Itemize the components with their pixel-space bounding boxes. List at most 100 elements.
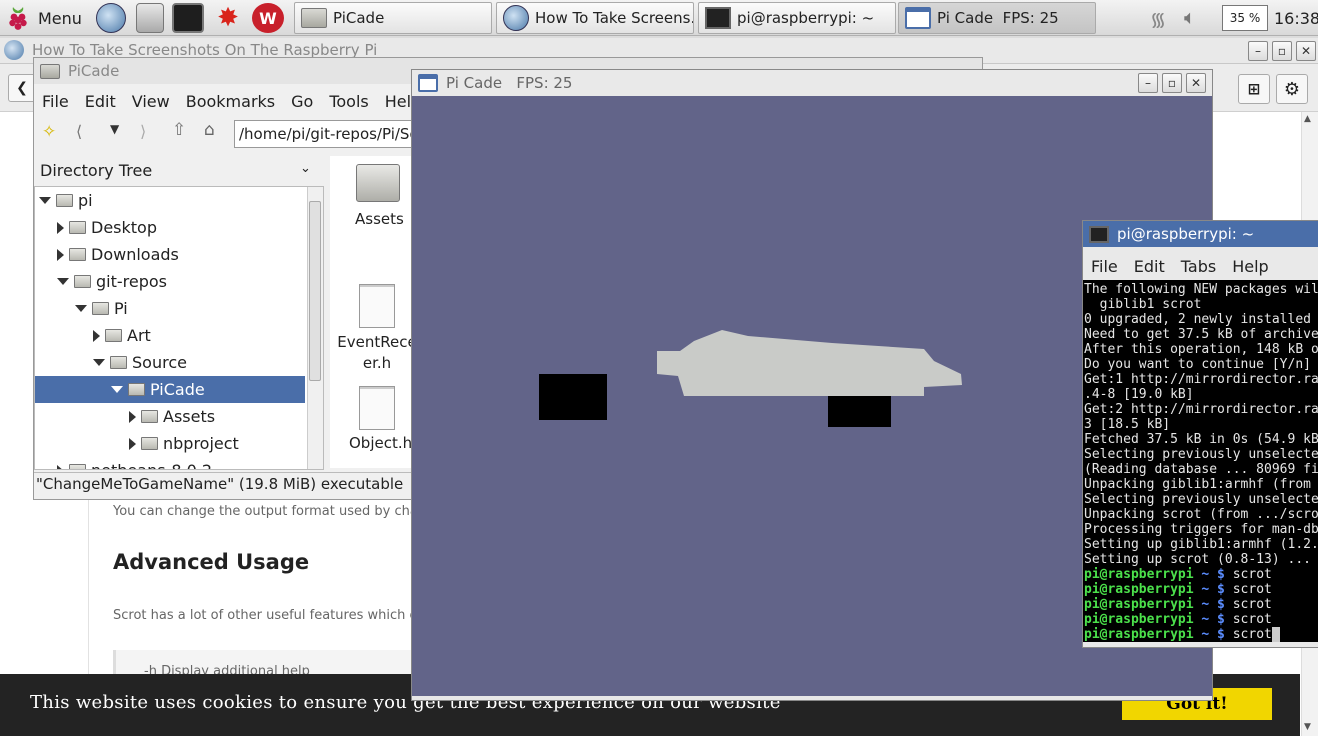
pane-selector[interactable]: Directory Tree ⌄ <box>34 156 324 184</box>
header-file-icon[interactable] <box>359 386 395 430</box>
terminal-menu-file[interactable]: File <box>1083 253 1126 280</box>
collapse-arrow-icon[interactable] <box>57 221 64 234</box>
settings-gear-icon[interactable]: ⚙ <box>1276 74 1308 104</box>
game-maximize-button[interactable]: ▫ <box>1162 73 1182 93</box>
expand-arrow-icon[interactable] <box>57 278 69 285</box>
terminal-menu-help[interactable]: Help <box>1224 253 1276 280</box>
back-icon[interactable]: ⟨ <box>76 122 82 141</box>
volume-icon[interactable]: 🔈︎ <box>1184 5 1196 29</box>
tree-item-netbeans[interactable]: netbeans-8.0.2 <box>35 457 305 469</box>
browser-close-button[interactable]: ✕ <box>1296 41 1316 61</box>
raspberry-logo-icon <box>9 7 27 30</box>
tree-item-downloads[interactable]: Downloads <box>35 241 305 268</box>
home-icon[interactable]: ⌂ <box>204 120 215 140</box>
folder-icon[interactable] <box>356 164 400 202</box>
terminal-line: 0 upgraded, 2 newly installed <box>1084 312 1311 327</box>
terminal-line: 3 [18.5 kB] <box>1084 417 1171 432</box>
web-browser-launcher-icon[interactable] <box>96 3 126 33</box>
collapse-arrow-icon[interactable] <box>57 248 64 261</box>
folder-icon <box>74 275 91 288</box>
tree-item-desktop[interactable]: Desktop <box>35 214 305 241</box>
file-label[interactable]: Object.h <box>349 434 412 452</box>
expand-arrow-icon[interactable] <box>75 305 87 312</box>
terminal-icon <box>705 7 731 29</box>
game-minimize-button[interactable]: – <box>1138 73 1158 93</box>
wifi-icon[interactable]: ᯾ <box>1150 6 1166 32</box>
terminal-line: Unpacking scrot (from .../scro <box>1084 507 1318 522</box>
collapse-arrow-icon[interactable] <box>129 437 136 450</box>
scroll-down-icon[interactable]: ▼ <box>1304 722 1311 732</box>
tree-item-pi[interactable]: pi <box>35 187 305 214</box>
tree-item-nbproject[interactable]: nbproject <box>35 430 305 457</box>
status-text: "ChangeMeToGameName" (19.8 MiB) executab… <box>36 475 404 493</box>
tree-item-art[interactable]: Art <box>35 322 305 349</box>
tree-item-assets[interactable]: Assets <box>35 403 305 430</box>
terminal-titlebar: pi@raspberrypi: ~ <box>1083 221 1318 247</box>
expand-arrow-icon[interactable] <box>111 386 123 393</box>
terminal-line: .4-8 [19.0 kB] <box>1084 387 1194 402</box>
menu-file[interactable]: File <box>34 88 77 115</box>
wolfram-launcher-icon[interactable]: W <box>252 3 284 33</box>
menu-edit[interactable]: Edit <box>77 88 124 115</box>
tree-scrollbar-thumb[interactable] <box>309 201 321 381</box>
menu-go[interactable]: Go <box>283 88 321 115</box>
path-input[interactable]: /home/pi/git-repos/Pi/Source/PiCade <box>234 120 414 148</box>
tree-item-pi-repo[interactable]: Pi <box>35 295 305 322</box>
terminal-menu-edit[interactable]: Edit <box>1126 253 1173 280</box>
forward-icon[interactable]: ⟩ <box>140 122 146 141</box>
menu-button[interactable]: Menu <box>2 2 84 34</box>
history-dropdown-icon[interactable]: ▼ <box>110 122 119 136</box>
terminal-line: Get:1 http://mirrordirector.ra <box>1084 372 1318 387</box>
taskbar-button-pi-cade[interactable]: Pi Cade FPS: 25 <box>898 2 1096 34</box>
menu-bookmarks[interactable]: Bookmarks <box>178 88 283 115</box>
clock[interactable]: 16:38 <box>1274 9 1318 28</box>
app-window-icon <box>905 7 931 29</box>
terminal-line: (Reading database ... 80969 fi <box>1084 462 1318 477</box>
tree-item-source[interactable]: Source <box>35 349 305 376</box>
file-view: Assets EventRece er.h Object.h <box>330 156 417 468</box>
file-manager-launcher-icon[interactable] <box>136 3 164 33</box>
terminal-line: After this operation, 148 kB o <box>1084 342 1318 357</box>
terminal-icon <box>1089 225 1109 243</box>
folder-icon <box>128 383 145 396</box>
collapse-arrow-icon[interactable] <box>93 329 100 342</box>
tree-item-git-repos[interactable]: git-repos <box>35 268 305 295</box>
battery-text: 35 % <box>1229 11 1261 25</box>
taskbar-button-picade[interactable]: PiCade <box>294 2 492 34</box>
back-icon[interactable]: ❮ <box>8 74 36 102</box>
menu-view[interactable]: View <box>124 88 178 115</box>
expand-arrow-icon[interactable] <box>93 359 105 366</box>
terminal-line: Get:2 http://mirrordirector.ra <box>1084 402 1318 417</box>
battery-indicator[interactable]: 35 % <box>1222 5 1268 31</box>
up-folder-icon[interactable]: ⇧ <box>172 120 186 140</box>
collapse-arrow-icon[interactable] <box>129 410 136 423</box>
taskbar-button-browser[interactable]: How To Take Screens... <box>496 2 694 34</box>
file-label[interactable]: EventRece er.h <box>336 332 418 374</box>
terminal-launcher-icon[interactable] <box>172 3 204 33</box>
scroll-up-icon[interactable]: ▲ <box>1304 114 1311 124</box>
collapse-arrow-icon[interactable] <box>57 464 64 469</box>
header-file-icon[interactable] <box>359 284 395 328</box>
taskbar-button-terminal[interactable]: pi@raspberrypi: ~ <box>698 2 896 34</box>
black-block <box>539 374 607 420</box>
tree-item-picade[interactable]: PiCade <box>35 376 305 403</box>
bookmark-add-icon[interactable]: ⊞ <box>1238 74 1270 104</box>
new-tab-icon[interactable]: ✧ <box>42 122 64 144</box>
menu-tools[interactable]: Tools <box>321 88 376 115</box>
terminal-output[interactable]: The following NEW packages wil giblib1 s… <box>1083 280 1318 642</box>
expand-arrow-icon[interactable] <box>39 197 51 204</box>
terminal-title: pi@raspberrypi: ~ <box>1117 225 1255 243</box>
game-close-button[interactable]: ✕ <box>1186 73 1206 93</box>
terminal-line: The following NEW packages wil <box>1084 282 1318 297</box>
tree-scrollbar[interactable] <box>307 187 323 469</box>
black-block <box>828 396 891 427</box>
browser-minimize-button[interactable]: – <box>1248 41 1268 61</box>
file-label[interactable]: Assets <box>355 210 404 228</box>
browser-maximize-button[interactable]: ▫ <box>1272 41 1292 61</box>
terminal-prompt-line: pi@raspberrypi ~ $ scrot <box>1084 597 1272 612</box>
terminal-menu-tabs[interactable]: Tabs <box>1173 253 1224 280</box>
taskbar: Menu ✸ W PiCade How To Take Screens... p… <box>0 0 1318 36</box>
folder-icon <box>110 356 127 369</box>
mathematica-launcher-icon[interactable]: ✸ <box>212 3 244 33</box>
path-text: /home/pi/git-repos/Pi/Source/PiCade <box>239 125 413 143</box>
